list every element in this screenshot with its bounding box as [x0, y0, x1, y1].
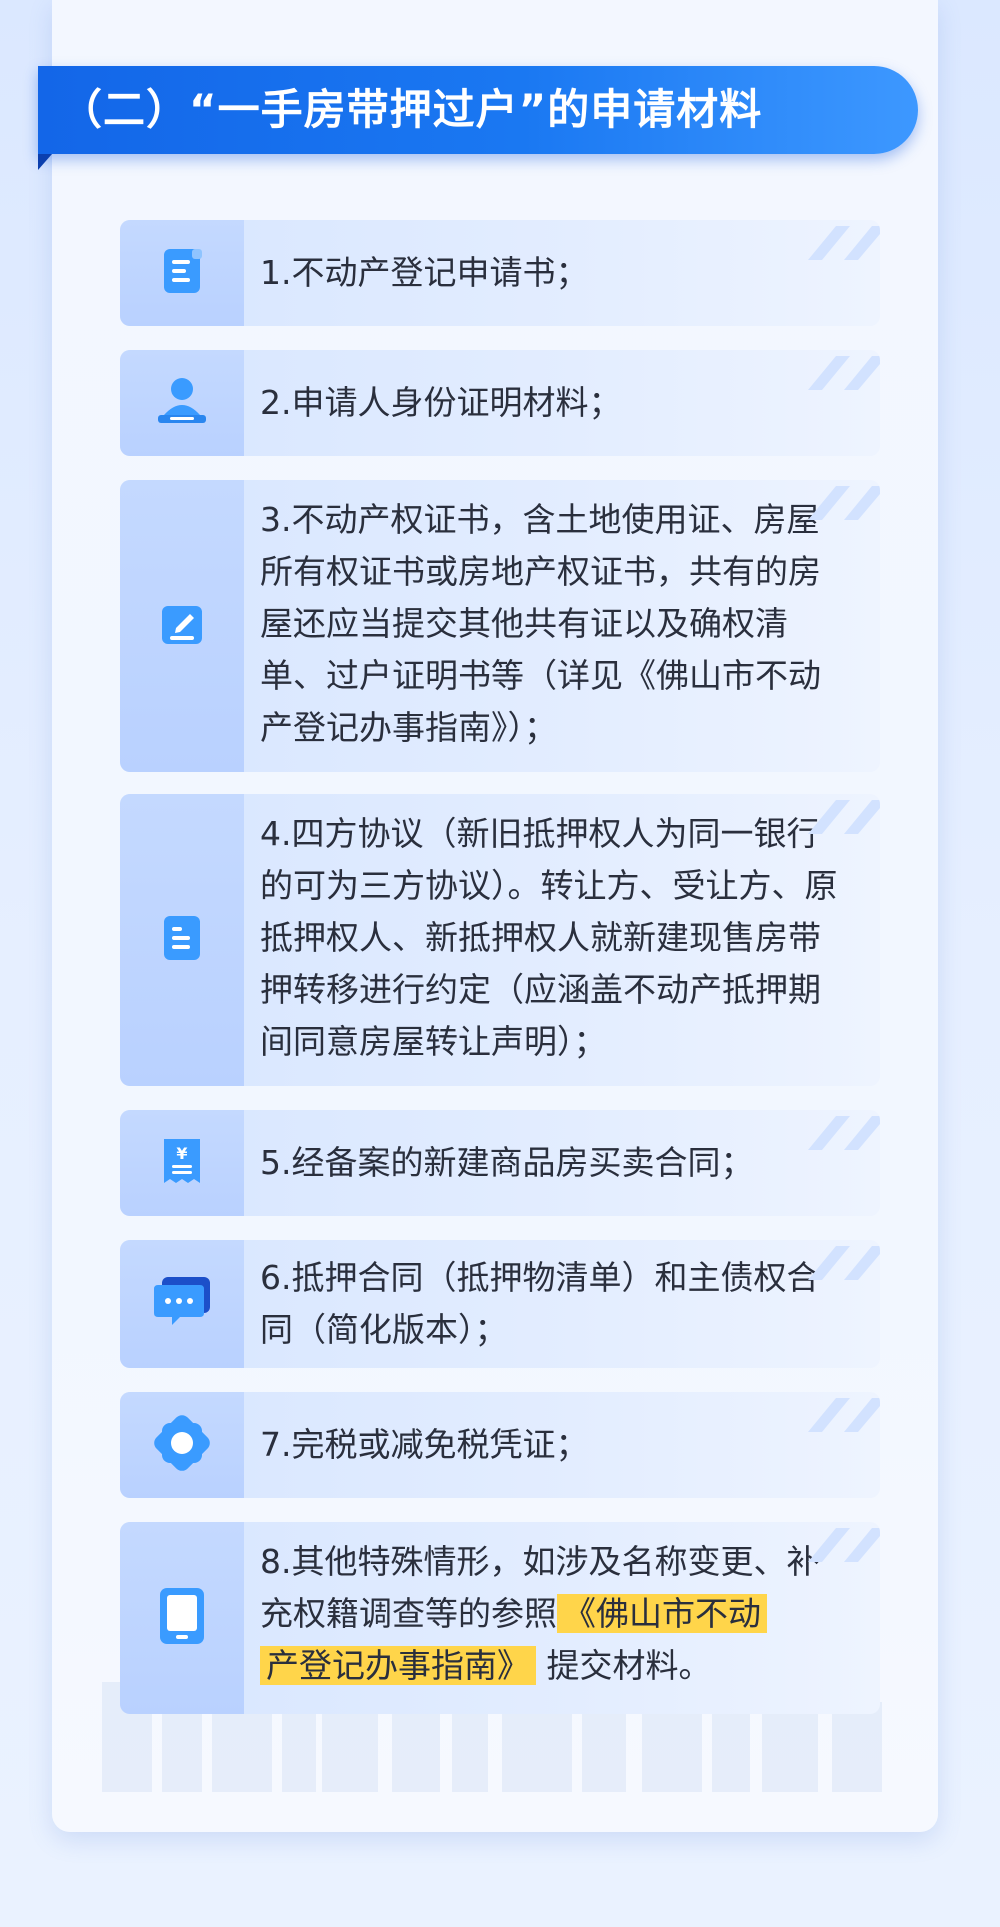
- edit-document-icon: [154, 596, 210, 656]
- item-text: 4.四方协议（新旧抵押权人为同一银行的可为三方协议）。转让方、受让方、原抵押权人…: [260, 814, 838, 1061]
- item-icon-cell: [120, 794, 244, 1086]
- list-item: 8.其他特殊情形，如涉及名称变更、补充权籍调查等的参照 《佛山市不动 产登记办事指南…: [120, 1522, 880, 1714]
- list-item: 2.申请人身份证明材料；: [120, 350, 880, 456]
- gear-badge-icon: [148, 1409, 216, 1481]
- chat-bubble-icon: [150, 1273, 214, 1335]
- decorative-stripes: [808, 356, 880, 390]
- list-item: 1.不动产登记申请书；: [120, 220, 880, 326]
- item-icon-cell: [120, 1522, 244, 1714]
- list-item: 7.完税或减免税凭证；: [120, 1392, 880, 1498]
- item-icon-cell: [120, 1240, 244, 1368]
- decorative-stripes: [808, 1398, 880, 1432]
- item-text: 2.申请人身份证明材料；: [260, 383, 622, 422]
- list-item: ¥ 5.经备案的新建商品房买卖合同；: [120, 1110, 880, 1216]
- item-text: 6.抵押合同（抵押物清单）和主债权合同（简化版本）；: [260, 1258, 820, 1349]
- yuan-receipt-icon: ¥: [154, 1133, 210, 1193]
- decorative-stripes: [808, 1116, 880, 1150]
- decorative-stripes: [808, 1528, 880, 1562]
- list-item: 3.不动产权证书，含土地使用证、房屋所有权证书或房地产权证书，共有的房屋还应当提…: [120, 480, 880, 772]
- document-scroll-icon: [154, 243, 210, 303]
- item-icon-cell: [120, 350, 244, 456]
- section-header: （二）“一手房带押过户”的申请材料: [38, 66, 918, 154]
- svg-text:¥: ¥: [176, 1144, 187, 1163]
- item-text: 7.完税或减免税凭证；: [260, 1425, 589, 1464]
- item-icon-cell: [120, 220, 244, 326]
- guide-highlight-2: 产登记办事指南》: [260, 1646, 536, 1685]
- decorative-stripes: [808, 1246, 880, 1280]
- file-icon: [154, 910, 210, 970]
- list-item: 4.四方协议（新旧抵押权人为同一银行的可为三方协议）。转让方、受让方、原抵押权人…: [120, 794, 880, 1086]
- item-icon-cell: [120, 480, 244, 772]
- item-text: 8.其他特殊情形，如涉及名称变更、补充权籍调查等的参照 《佛山市不动 产登记办事指南…: [260, 1536, 850, 1692]
- item-text-after: 提交材料。: [546, 1646, 712, 1685]
- decorative-stripes: [808, 226, 880, 260]
- person-icon: [152, 371, 212, 435]
- item-text: 5.经备案的新建商品房买卖合同；: [260, 1143, 754, 1182]
- item-icon-cell: ¥: [120, 1110, 244, 1216]
- decorative-stripes: [808, 486, 880, 520]
- item-icon-cell: [120, 1392, 244, 1498]
- item-text: 3.不动产权证书，含土地使用证、房屋所有权证书或房地产权证书，共有的房屋还应当提…: [260, 500, 821, 747]
- guide-highlight-1: 《佛山市不动: [557, 1594, 767, 1633]
- item-text: 1.不动产登记申请书；: [260, 253, 589, 292]
- section-title: （二）“一手房带押过户”的申请材料: [60, 85, 763, 134]
- list-item: 6.抵押合同（抵押物清单）和主债权合同（简化版本）；: [120, 1240, 880, 1368]
- tablet-icon: [154, 1584, 210, 1652]
- decorative-stripes: [808, 800, 880, 834]
- header-ribbon-fold: [38, 154, 52, 170]
